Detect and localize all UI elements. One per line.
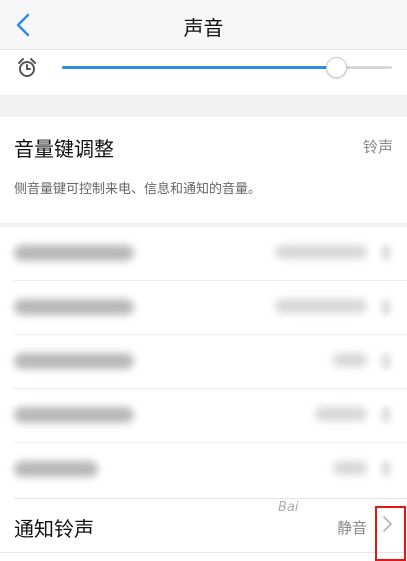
- volume-keys-description: 侧音量键可控制来电、信息和通知的音量。: [14, 182, 262, 197]
- blurred-chevron-icon: [381, 407, 391, 423]
- blurred-chevron-icon: [381, 299, 391, 315]
- blurred-value: [275, 245, 367, 259]
- ringtone-list: 通知铃声 静音: [0, 227, 407, 561]
- divider: [14, 498, 407, 499]
- volume-keys-setting[interactable]: 音量键调整 铃声 侧音量键可控制来电、信息和通知的音量。: [0, 117, 407, 223]
- baidu-watermark: Bai: [278, 500, 299, 515]
- blurred-setting-row[interactable]: [0, 443, 407, 497]
- blurred-value: [315, 407, 367, 421]
- blurred-label: [14, 461, 98, 477]
- alarm-volume-slider[interactable]: [62, 57, 392, 78]
- slider-fill: [62, 66, 336, 69]
- blurred-value: [333, 353, 367, 367]
- blurred-chevron-icon: [381, 461, 391, 477]
- alarm-clock-icon: [18, 58, 36, 77]
- notification-ringtone-label: 通知铃声: [14, 517, 94, 541]
- top-bar: 声音: [0, 0, 407, 50]
- blurred-value: [333, 461, 367, 475]
- blurred-setting-row[interactable]: [0, 389, 407, 443]
- blurred-label: [14, 299, 134, 315]
- page-title: 声音: [183, 16, 224, 40]
- blurred-value: [275, 299, 367, 313]
- section-gap: [0, 95, 407, 117]
- alarm-volume-row: [0, 50, 407, 95]
- notification-ringtone-value: 静音: [336, 519, 367, 537]
- volume-keys-title: 音量键调整: [14, 137, 114, 161]
- notification-ringtone-row[interactable]: 通知铃声 静音: [0, 498, 407, 552]
- blurred-label: [14, 407, 134, 423]
- blurred-setting-row[interactable]: [0, 335, 407, 389]
- blurred-chevron-icon: [381, 353, 391, 369]
- highlight-box: [375, 506, 406, 561]
- volume-keys-value: 铃声: [362, 138, 393, 156]
- slider-thumb[interactable]: [326, 57, 347, 78]
- divider: [0, 552, 407, 553]
- blurred-label: [14, 245, 134, 261]
- blurred-label: [14, 353, 134, 369]
- blurred-chevron-icon: [381, 245, 391, 261]
- blurred-setting-row[interactable]: [0, 227, 407, 281]
- blurred-setting-row[interactable]: [0, 281, 407, 335]
